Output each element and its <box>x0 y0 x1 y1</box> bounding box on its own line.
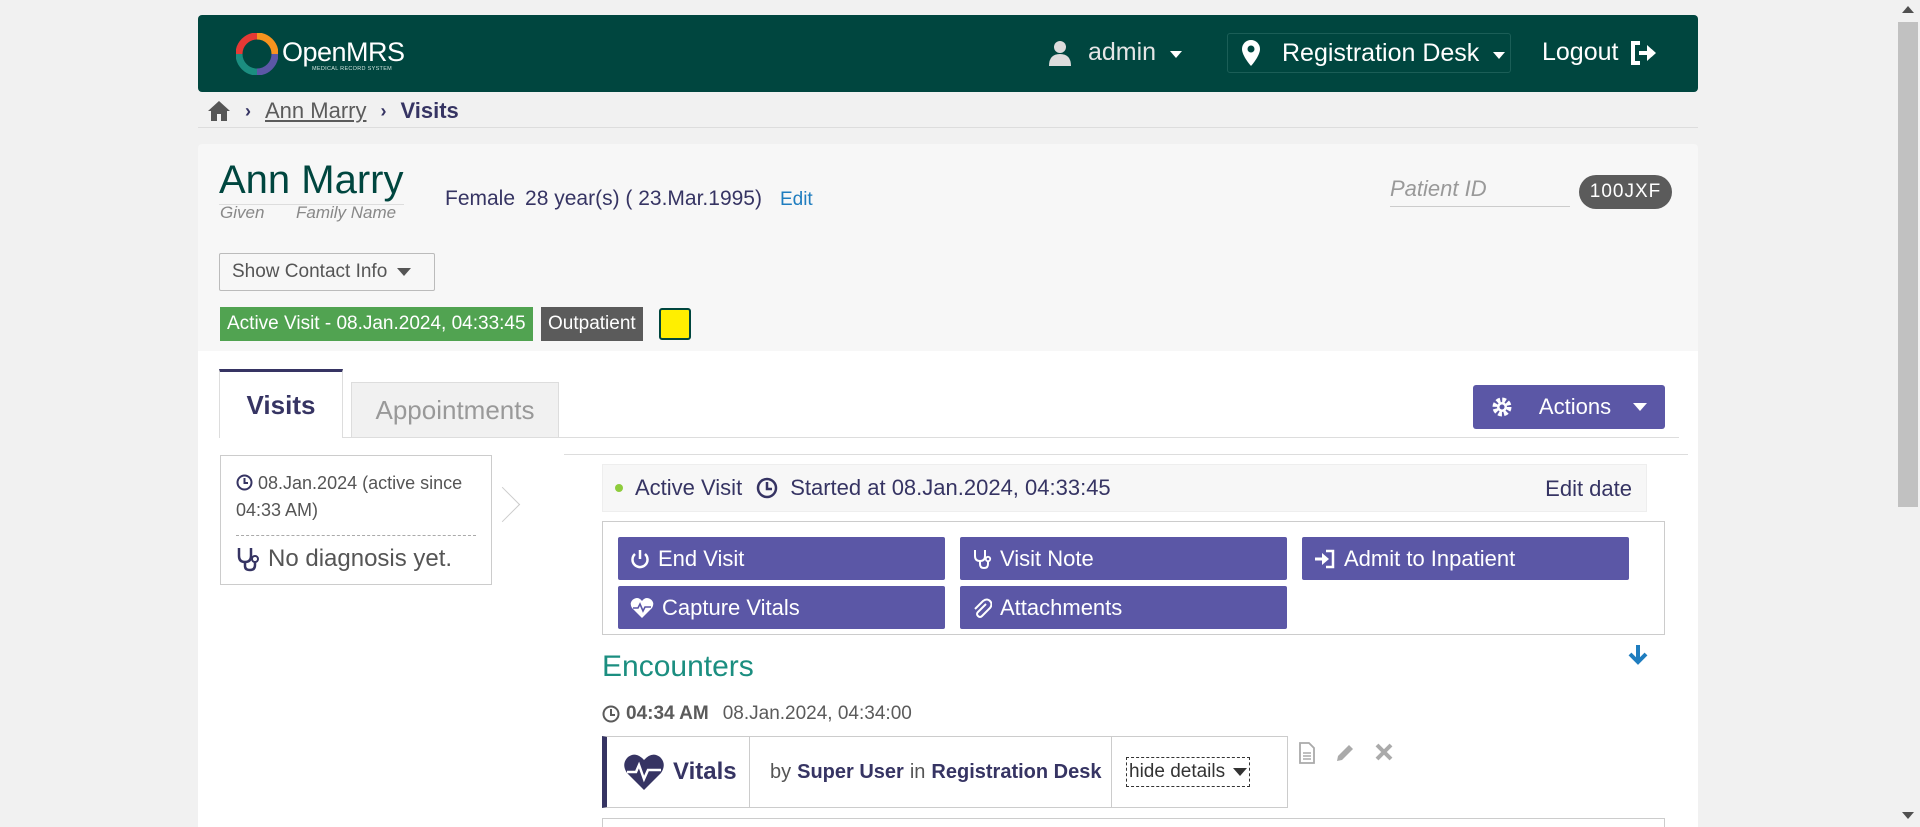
visit-note-button[interactable]: Visit Note <box>960 537 1287 580</box>
visit-card-divider <box>236 535 476 536</box>
admit-label: Admit to Inpatient <box>1344 545 1516 571</box>
patient-demographics: Female 28 year(s) ( 23.Mar.1995) Edit <box>445 187 813 211</box>
close-icon[interactable] <box>1374 742 1394 762</box>
user-icon <box>1049 40 1071 66</box>
scrollbar-thumb[interactable] <box>1898 22 1918 507</box>
clock-icon <box>602 705 620 723</box>
edit-patient-link[interactable]: Edit <box>780 189 813 211</box>
logout-label: Logout <box>1542 38 1619 66</box>
tab-visits[interactable]: Visits <box>219 369 343 438</box>
patient-id-badge: 100JXF <box>1579 175 1672 209</box>
diagnosis-text: No diagnosis yet. <box>268 545 453 572</box>
encounter-type: Vitals <box>607 737 750 807</box>
stethoscope-icon <box>974 549 992 569</box>
given-name-label: Given <box>220 203 265 222</box>
caret-down-icon <box>1633 403 1648 411</box>
end-visit-button[interactable]: End Visit <box>618 537 945 580</box>
heartbeat-icon <box>624 754 664 790</box>
patient-id-label: Patient ID <box>1390 176 1570 207</box>
encounter-time-row: 04:34 AM 08.Jan.2024, 04:34:00 <box>602 703 912 725</box>
encounter-tools <box>1298 742 1394 764</box>
family-name-label: Family Name <box>296 203 397 222</box>
location-name: Registration Desk <box>1282 38 1480 67</box>
sign-out-icon <box>1631 40 1657 65</box>
visit-list-date-text: 08.Jan.2024 (active since 04:33 AM) <box>236 473 463 520</box>
caret-down-icon <box>397 268 412 276</box>
edit-date-link[interactable]: Edit date <box>1545 476 1632 502</box>
show-contact-info-button[interactable]: Show Contact Info <box>219 253 435 291</box>
end-visit-label: End Visit <box>658 545 745 571</box>
attachments-button[interactable]: Attachments <box>960 586 1287 629</box>
logo-subtext: MEDICAL RECORD SYSTEM <box>312 66 393 72</box>
patient-age: 28 year(s) ( 23.Mar.1995) <box>525 187 762 210</box>
encounter-time: 04:34 AM <box>626 703 709 724</box>
visit-note-label: Visit Note <box>1000 545 1094 571</box>
gear-icon <box>1492 397 1512 417</box>
file-icon[interactable] <box>1298 742 1316 764</box>
scroll-up-arrow-icon[interactable] <box>1902 6 1914 13</box>
encounter-card: Vitals by Super User in Registration Des… <box>602 736 1288 808</box>
scroll-down-arrow-icon[interactable] <box>1902 812 1914 819</box>
capture-vitals-label: Capture Vitals <box>662 594 800 620</box>
home-icon[interactable] <box>207 100 231 122</box>
encounter-details-toggle-wrap: hide details <box>1112 737 1251 807</box>
encounter-details-panel <box>602 818 1665 827</box>
user-name: admin <box>1088 38 1157 66</box>
actions-label: Actions <box>1538 394 1612 419</box>
chevron-down-icon <box>1493 51 1506 59</box>
encounter-type-label: Vitals <box>673 758 737 785</box>
active-visit-badge[interactable]: Active Visit - 08.Jan.2024, 04:33:45 <box>220 307 533 341</box>
location-menu[interactable]: Registration Desk <box>1227 33 1511 73</box>
arrow-down-icon[interactable] <box>1627 643 1649 665</box>
hide-details-button[interactable]: hide details <box>1126 757 1251 787</box>
tab-divider <box>219 437 1679 438</box>
visit-details-divider <box>564 454 1688 455</box>
chevron-down-icon <box>1170 51 1183 58</box>
openmrs-logo-icon <box>236 33 278 75</box>
visit-started: Started at 08.Jan.2024, 04:33:45 <box>790 475 1111 500</box>
visit-diagnosis: No diagnosis yet. <box>236 545 452 573</box>
logout-link[interactable]: Logout <box>1542 38 1658 67</box>
active-visit-bar: Active Visit Started at 08.Jan.2024, 04:… <box>602 464 1647 512</box>
breadcrumb-patient-link[interactable]: Ann Marry <box>265 98 366 124</box>
clock-icon <box>236 474 253 491</box>
visit-status: Active Visit <box>635 475 743 500</box>
patient-gender: Female <box>445 187 516 210</box>
sign-in-icon <box>1315 549 1335 568</box>
by-label: by <box>770 760 792 783</box>
pencil-icon[interactable] <box>1334 742 1356 764</box>
hide-details-label: hide details <box>1129 761 1226 782</box>
map-marker-icon <box>1242 40 1260 66</box>
encounter-location: Registration Desk <box>931 760 1102 783</box>
patient-name: Ann Marry <box>219 158 404 205</box>
logo-text: OpenMRS <box>282 37 405 67</box>
breadcrumb: › Ann Marry › Visits <box>207 96 459 126</box>
capture-vitals-button[interactable]: Capture Vitals <box>618 586 945 629</box>
encounter-datetime: 08.Jan.2024, 04:34:00 <box>722 703 912 724</box>
actions-button[interactable]: Actions <box>1473 385 1665 429</box>
encounters-title: Encounters <box>602 650 754 683</box>
clock-icon <box>756 477 778 499</box>
encounter-provider-info: by Super User in Registration Desk <box>750 737 1112 807</box>
paperclip-icon <box>974 598 992 618</box>
user-menu[interactable]: admin <box>1048 38 1183 67</box>
heartbeat-icon <box>630 597 654 618</box>
breadcrumb-divider <box>198 127 1698 128</box>
sticky-note-icon[interactable] <box>659 308 691 340</box>
contact-button-label: Show Contact Info <box>232 261 388 282</box>
attachments-label: Attachments <box>1000 594 1123 620</box>
chevron-right-icon: › <box>245 100 251 121</box>
stethoscope-icon <box>237 548 259 572</box>
active-status-dot <box>615 484 623 492</box>
visit-list-date: 08.Jan.2024 (active since 04:33 AM) <box>236 470 476 524</box>
chevron-right-icon: › <box>380 100 387 121</box>
visit-type-badge: Outpatient <box>541 307 643 341</box>
encounter-provider: Super User <box>797 760 904 783</box>
power-icon <box>631 549 649 568</box>
breadcrumb-current: Visits <box>400 98 459 123</box>
admit-to-inpatient-button[interactable]: Admit to Inpatient <box>1302 537 1629 580</box>
tab-appointments[interactable]: Appointments <box>351 382 559 438</box>
caret-down-icon <box>1233 768 1248 776</box>
in-label: in <box>909 760 926 783</box>
